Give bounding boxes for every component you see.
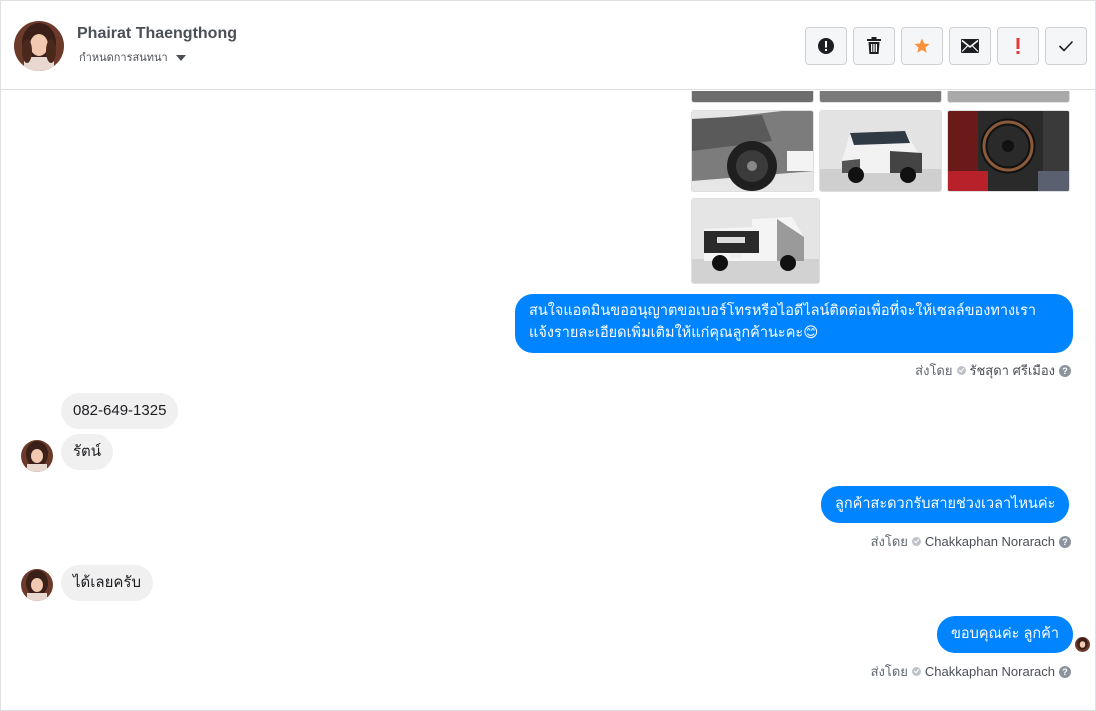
label-dropdown-text: กำหนดการสนทนา (79, 52, 168, 64)
delete-button[interactable] (853, 27, 895, 65)
image-attachment[interactable] (691, 110, 814, 192)
check-icon (1058, 40, 1074, 52)
trash-icon (867, 37, 881, 54)
conversation-header: Phairat Thaengthong กำหนดการสนทนา (1, 1, 1095, 90)
outgoing-message[interactable]: สนใจแอดมินขออนุญาตขอเบอร์โทรหรือไอดีไลน์… (515, 294, 1073, 353)
image-attachment[interactable] (819, 110, 942, 192)
image-attachment[interactable] (947, 110, 1070, 192)
sender-name[interactable]: รัชสุดา ศรีเมือง (970, 360, 1056, 381)
help-icon[interactable]: ? (1059, 364, 1071, 377)
star-button[interactable] (901, 27, 943, 65)
alert-circle-icon (818, 38, 834, 54)
incoming-message[interactable]: 082-649-1325 (61, 393, 179, 429)
inbox-conversation-panel: Phairat Thaengthong กำหนดการสนทนา สนใจแอ… (0, 0, 1096, 711)
done-button[interactable] (1045, 27, 1087, 65)
incoming-message[interactable]: ได้เลยครับ (61, 565, 154, 601)
customer-avatar[interactable] (21, 440, 53, 472)
sent-by-info: ส่งโดย รัชสุดา ศรีเมือง ? (915, 360, 1071, 381)
image-attachment[interactable] (691, 198, 820, 284)
caret-down-icon (175, 54, 186, 61)
image-attachment[interactable] (819, 91, 942, 103)
sent-by-label: ส่งโดย (870, 664, 908, 679)
verified-icon (911, 537, 921, 546)
contact-name[interactable]: Phairat Thaengthong (77, 25, 237, 43)
mark-unread-button[interactable] (949, 27, 991, 65)
sent-by-label: ส่งโดย (870, 534, 908, 549)
sent-by-info: ส่งโดย Chakkaphan Norarach ? (871, 531, 1071, 552)
outgoing-message[interactable]: ลูกค้าสะดวกรับสายช่วงเวลาไหนค่ะ (821, 486, 1070, 523)
outgoing-message[interactable]: ขอบคุณค่ะ ลูกค้า (937, 616, 1073, 653)
conversation-toolbar (805, 27, 1087, 65)
incoming-message[interactable]: รัตน์ (61, 434, 114, 470)
envelope-icon (961, 39, 979, 53)
verified-icon (911, 667, 921, 676)
conversation-label-dropdown[interactable]: กำหนดการสนทนา (79, 48, 186, 66)
star-icon (914, 38, 930, 53)
report-button[interactable] (805, 27, 847, 65)
message-thread[interactable]: สนใจแอดมินขออนุญาตขอเบอร์โทรหรือไอดีไลน์… (1, 91, 1095, 711)
exclamation-icon (1016, 38, 1020, 54)
image-attachment[interactable] (947, 91, 1070, 103)
important-button[interactable] (997, 27, 1039, 65)
image-attachment[interactable] (691, 91, 814, 103)
contact-avatar[interactable] (14, 21, 64, 71)
help-icon[interactable]: ? (1059, 535, 1071, 548)
help-icon[interactable]: ? (1059, 665, 1071, 678)
verified-icon (956, 366, 966, 375)
sent-by-info: ส่งโดย Chakkaphan Norarach ? (871, 661, 1071, 682)
customer-avatar[interactable] (21, 569, 53, 601)
sent-by-label: ส่งโดย (915, 363, 953, 378)
seen-by-avatar (1075, 637, 1090, 652)
sender-name[interactable]: Chakkaphan Norarach (925, 664, 1055, 679)
sender-name[interactable]: Chakkaphan Norarach (925, 534, 1055, 549)
